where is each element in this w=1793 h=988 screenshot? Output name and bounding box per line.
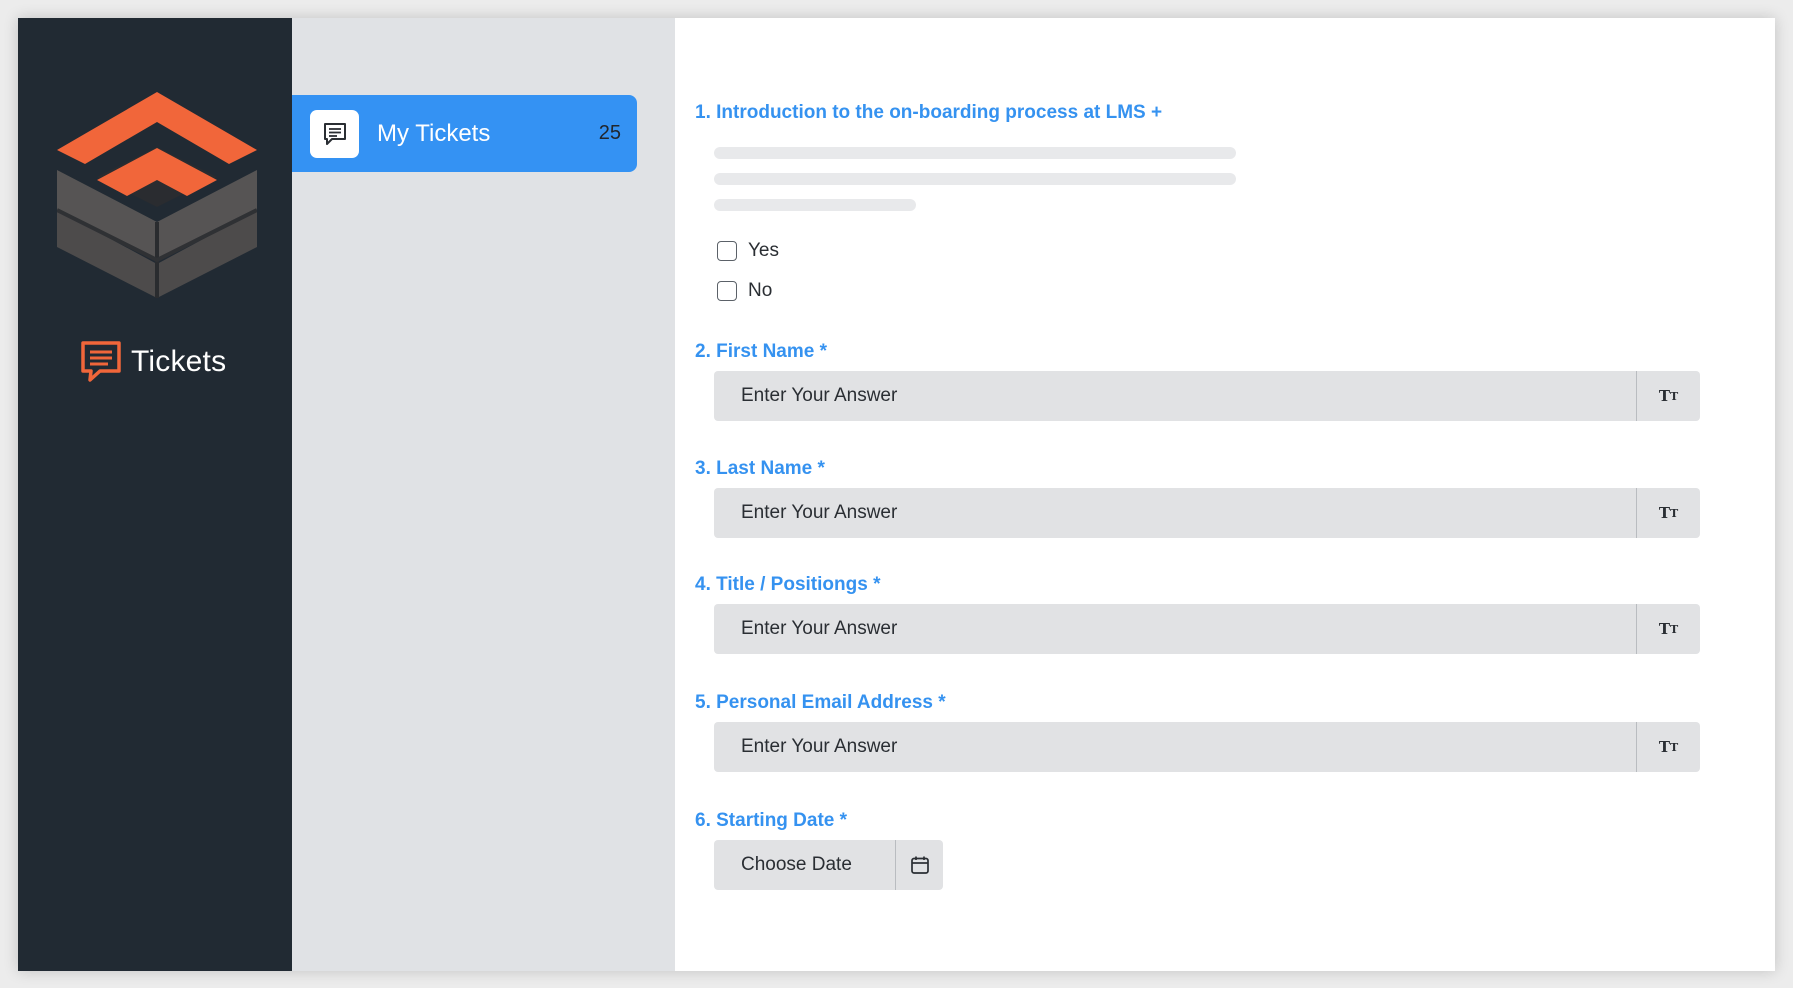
nav-item-my-tickets[interactable]: My Tickets 25 [292,95,637,172]
question-5-label: 5. Personal Email Address * [695,692,946,713]
chat-lines-icon [81,341,121,382]
starting-date-input[interactable] [714,840,895,890]
form-area: 1. Introduction to the on-boarding proce… [675,18,1775,971]
question-2-label: 2. First Name * [695,341,827,362]
chat-icon [310,109,359,158]
text-format-icon[interactable]: TT [1636,488,1700,538]
question-4-label: 4. Title / Positiongs * [695,574,881,595]
text-format-icon[interactable]: TT [1636,371,1700,421]
app-logo [57,92,257,298]
starting-date-field [714,840,943,890]
placeholder-line [714,173,1236,185]
brand-label: Tickets [131,345,227,378]
ticket-count-badge: 25 [598,122,621,144]
last-name-field: TT [714,488,1700,538]
brand-rail: Tickets [18,18,292,971]
question-1-label: 1. Introduction to the on-boarding proce… [695,102,1163,123]
no-checkbox[interactable] [717,281,737,301]
first-name-input[interactable] [714,371,1636,421]
nav-panel: My Tickets 25 [292,18,675,971]
email-input[interactable] [714,722,1636,772]
yes-checkbox[interactable] [717,241,737,261]
question-3-label: 3. Last Name * [695,458,825,479]
placeholder-line [714,199,916,211]
title-input[interactable] [714,604,1636,654]
option-yes-label: Yes [748,240,779,261]
email-field: TT [714,722,1700,772]
first-name-field: TT [714,371,1700,421]
calendar-icon[interactable] [895,840,943,890]
title-field: TT [714,604,1700,654]
question-6-label: 6. Starting Date * [695,810,848,831]
placeholder-line [714,147,1236,159]
last-name-input[interactable] [714,488,1636,538]
text-format-icon[interactable]: TT [1636,722,1700,772]
option-no-label: No [748,280,773,301]
option-yes[interactable]: Yes [717,240,779,262]
brand: Tickets [80,340,226,384]
app-window: Tickets My Tickets 25 1. Introduction to… [18,18,1775,971]
nav-item-label: My Tickets [377,119,491,147]
text-format-icon[interactable]: TT [1636,604,1700,654]
option-no[interactable]: No [717,280,772,302]
